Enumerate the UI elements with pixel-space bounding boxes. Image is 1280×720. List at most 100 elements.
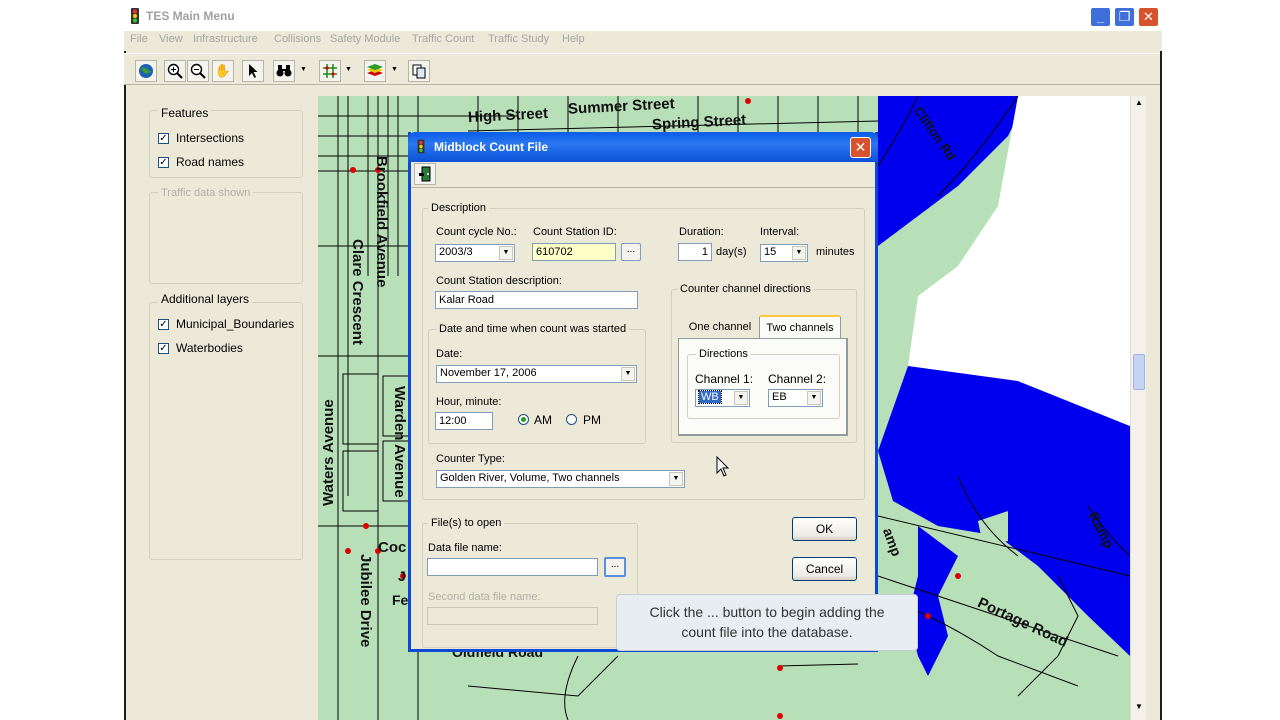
menu-infrastructure[interactable]: Infrastructure [193, 33, 258, 45]
select-arrow-icon[interactable] [242, 60, 264, 82]
traffic-light-icon [417, 139, 425, 154]
intersections-checkbox[interactable]: ✓ [158, 133, 169, 144]
main-window-title: TES Main Menu [146, 9, 235, 23]
find-dropdown-icon[interactable]: ▼ [300, 66, 307, 73]
hour-minute-label: Hour, minute: [436, 396, 502, 408]
grid-icon[interactable] [319, 60, 341, 82]
close-button[interactable]: ✕ [1138, 7, 1159, 27]
pan-hand-icon[interactable]: ✋ [212, 60, 234, 82]
traffic-data-group [149, 192, 303, 284]
menu-view[interactable]: View [159, 33, 183, 45]
scroll-down-icon[interactable]: ▼ [1133, 702, 1145, 716]
dialog-title-bar[interactable]: Midblock Count File ✕ [408, 132, 878, 162]
interval-select[interactable]: 15 ▼ [760, 244, 808, 262]
channel1-value: WB [698, 390, 722, 404]
duration-label: Duration: [679, 226, 724, 238]
chevron-down-icon[interactable]: ▼ [734, 391, 748, 405]
menu-collisions[interactable]: Collisions [274, 33, 321, 45]
second-file-input[interactable] [427, 607, 598, 625]
menu-traffic-study[interactable]: Traffic Study [488, 33, 549, 45]
pm-radio[interactable] [566, 414, 577, 425]
station-browse-button[interactable]: ... [621, 243, 641, 261]
cancel-button[interactable]: Cancel [792, 557, 857, 581]
road-label-waters-avenue: Waters Avenue [320, 399, 337, 506]
tab-two-channels[interactable]: Two channels [759, 315, 841, 339]
counter-type-select[interactable]: Golden River, Volume, Two channels ▼ [436, 470, 685, 488]
additional-layers-title: Additional layers [158, 292, 253, 306]
grid-dropdown-icon[interactable]: ▼ [345, 66, 352, 73]
station-id-input[interactable]: 610702 [532, 243, 616, 261]
road-label-brookfield-avenue: Brookfield Avenue [373, 156, 390, 288]
road-names-label: Road names [176, 155, 245, 169]
chevron-down-icon[interactable]: ▼ [669, 472, 683, 486]
data-file-browse-button[interactable]: ... [604, 557, 626, 577]
menu-help[interactable]: Help [562, 33, 585, 45]
count-cycle-label: Count cycle No.: [436, 226, 517, 238]
duration-unit: day(s) [716, 246, 747, 258]
chevron-down-icon[interactable]: ▼ [807, 391, 821, 405]
copy-icon[interactable] [408, 60, 430, 82]
counter-type-value: Golden River, Volume, Two channels [440, 472, 620, 484]
count-cycle-select[interactable]: 2003/3 ▼ [435, 244, 515, 262]
layers-icon[interactable] [364, 60, 386, 82]
date-label: Date: [436, 348, 463, 360]
tab-one-channel[interactable]: One channel [682, 316, 758, 338]
ok-button[interactable]: OK [792, 517, 857, 541]
chevron-down-icon[interactable]: ▼ [499, 246, 513, 260]
globe-icon[interactable] [135, 60, 157, 82]
binoculars-icon[interactable] [273, 60, 295, 82]
interval-value: 15 [764, 246, 777, 258]
date-picker[interactable]: November 17, 2006 ▼ [436, 365, 637, 383]
menu-file[interactable]: File [130, 33, 148, 45]
municipal-boundaries-label: Municipal_Boundaries [176, 317, 295, 331]
channel2-value: EB [772, 391, 787, 403]
exit-door-icon[interactable] [414, 163, 436, 185]
data-file-input[interactable] [427, 558, 598, 576]
channel1-select[interactable]: WB ▼ [695, 389, 750, 407]
maximize-button[interactable]: ❐ [1114, 7, 1135, 27]
zoom-out-icon[interactable] [187, 60, 209, 82]
channel-directions-title: Counter channel directions [677, 283, 814, 295]
minimize-button[interactable]: _ [1090, 7, 1111, 27]
dialog-close-button[interactable]: ✕ [850, 137, 871, 158]
data-file-label: Data file name: [428, 542, 502, 554]
files-group-title: File(s) to open [428, 517, 505, 529]
hour-minute-input[interactable]: 12:00 [435, 412, 493, 430]
traffic-data-group-title: Traffic data shown [158, 187, 254, 199]
station-description-input[interactable]: Kalar Road [435, 291, 638, 309]
road-label-warden-avenue: Warden Avenue [391, 386, 408, 498]
main-title-bar[interactable]: TES Main Menu _ ❐ ✕ [124, 0, 1162, 32]
station-id-label: Count Station ID: [533, 226, 617, 238]
interval-unit: minutes [816, 246, 855, 258]
zoom-in-icon[interactable] [164, 60, 186, 82]
layers-dropdown-icon[interactable]: ▼ [391, 66, 398, 73]
date-value: November 17, 2006 [440, 367, 537, 379]
chevron-down-icon[interactable]: ▼ [792, 246, 806, 260]
chevron-down-icon[interactable]: ▼ [621, 367, 635, 381]
counter-type-label: Counter Type: [436, 453, 505, 465]
toolbar: ✋ ▼ ▼ ▼ [124, 53, 1160, 85]
scroll-up-icon[interactable]: ▲ [1133, 98, 1145, 112]
road-names-checkbox[interactable]: ✓ [158, 157, 169, 168]
instruction-tooltip: Click the ... button to begin adding the… [616, 594, 918, 651]
interval-label: Interval: [760, 226, 800, 238]
channel2-label: Channel 2: [768, 372, 827, 386]
pm-label: PM [583, 413, 601, 427]
duration-input[interactable]: 1 [678, 243, 712, 261]
am-radio[interactable] [518, 414, 529, 425]
menu-safety-module[interactable]: Safety Module [330, 33, 400, 45]
road-label-j: J [398, 568, 406, 584]
description-group-title: Description [428, 202, 490, 214]
waterbodies-checkbox[interactable]: ✓ [158, 343, 169, 354]
traffic-light-icon [131, 8, 139, 24]
map-vertical-scrollbar[interactable]: ▲ ▼ [1130, 96, 1146, 720]
features-group-title: Features [158, 106, 212, 120]
scroll-thumb[interactable] [1133, 354, 1145, 390]
am-label: AM [534, 413, 552, 427]
channel2-select[interactable]: EB ▼ [768, 389, 823, 407]
second-file-label: Second data file name: [428, 591, 541, 603]
layer-panel: Features ✓ Intersections ✓ Road names Tr… [136, 96, 311, 716]
municipal-boundaries-checkbox[interactable]: ✓ [158, 319, 169, 330]
directions-group [687, 354, 840, 419]
menu-traffic-count[interactable]: Traffic Count [412, 33, 474, 45]
